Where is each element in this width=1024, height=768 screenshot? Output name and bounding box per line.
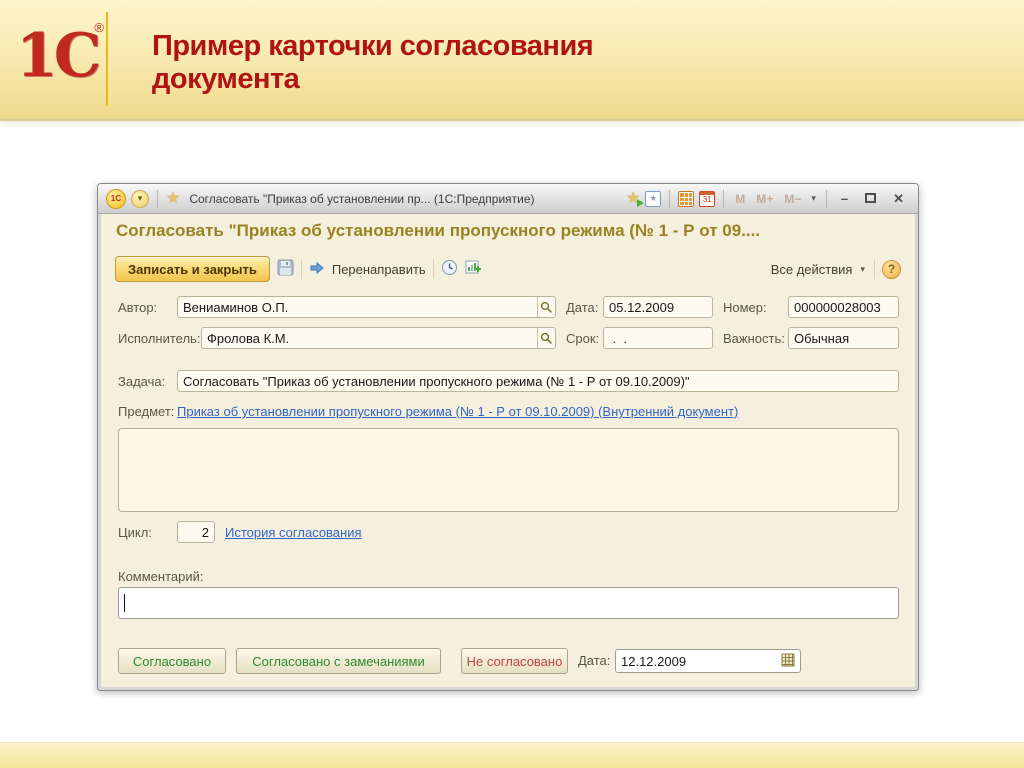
comment-label: Комментарий: [118, 569, 204, 584]
1c-logo-text: 1С [16, 21, 98, 91]
titlebar-separator [723, 190, 724, 208]
magnifier-icon [540, 332, 553, 345]
toolbar-separator [301, 259, 302, 279]
slide-title-line1: Пример карточки согласования [152, 30, 593, 63]
chevron-down-icon: ▾ [138, 193, 143, 204]
form-title: Согласовать "Приказ об установлении проп… [116, 221, 901, 241]
subject-link[interactable]: Приказ об установлении пропускного режим… [177, 404, 738, 419]
system-menu-button[interactable]: ▾ [131, 190, 149, 208]
footer-date-label: Дата: [578, 653, 610, 668]
term-label: Срок: [566, 331, 599, 346]
cycle-label: Цикл: [118, 525, 152, 540]
1c-app-icon[interactable]: 1С [106, 189, 126, 209]
save-icon[interactable] [277, 259, 294, 279]
task-input[interactable]: Согласовать "Приказ об установлении проп… [177, 370, 899, 392]
titlebar-separator [826, 190, 827, 208]
all-actions-button[interactable]: Все действия ▾ [771, 262, 867, 277]
form-toolbar: Записать и закрыть Перенаправить [115, 254, 901, 284]
top-banner: 1С ® Пример карточки согласования докуме… [0, 0, 1024, 121]
titlebar-separator [669, 190, 670, 208]
calendar-picker-icon[interactable] [781, 653, 795, 670]
executor-label: Исполнитель: [118, 331, 200, 346]
favorites-star-icon[interactable]: ★ [166, 191, 180, 207]
memory-mplus-button[interactable]: М+ [753, 192, 776, 206]
toolbar-separator [874, 259, 875, 279]
registered-mark: ® [94, 20, 104, 35]
add-to-favorites-icon[interactable]: ★ [626, 191, 640, 207]
author-label: Автор: [118, 300, 157, 315]
chevron-down-icon: ▾ [858, 264, 867, 275]
footer-date-input[interactable]: 12.12.2009 [615, 649, 801, 673]
author-lookup-button[interactable] [537, 296, 555, 318]
importance-label: Важность: [723, 331, 785, 346]
clock-icon[interactable] [441, 259, 458, 279]
form-client-area: Согласовать "Приказ об установлении проп… [101, 214, 915, 687]
memory-mminus-button[interactable]: М− [781, 192, 804, 206]
cycle-input[interactable]: 2 [177, 521, 215, 543]
redirect-button[interactable]: Перенаправить [332, 262, 426, 277]
green-arrow-icon [637, 199, 644, 207]
window-title: Согласовать "Приказ об установлении пр..… [189, 192, 534, 206]
task-label: Задача: [118, 374, 165, 389]
presentation-slide: 1С ® Пример карточки согласования докуме… [0, 0, 1024, 768]
number-input[interactable]: 000000028003 [788, 296, 899, 318]
subject-label: Предмет: [118, 404, 174, 419]
app-icon-text: 1С [111, 194, 121, 203]
toolbar-separator [433, 259, 434, 279]
magnifier-icon [540, 301, 553, 314]
author-input[interactable]: Вениаминов О.П. [177, 296, 556, 318]
approved-button[interactable]: Согласовано [118, 648, 226, 674]
comment-input[interactable] [118, 587, 899, 619]
redirect-arrow-icon [309, 261, 325, 278]
more-tools-chevron-icon[interactable]: ▾ [809, 193, 818, 204]
executor-lookup-button[interactable] [537, 327, 555, 349]
approved-with-remarks-button[interactable]: Согласовано с замечаниями [236, 648, 441, 674]
bottom-banner [0, 742, 1024, 768]
calendar-icon[interactable]: 31 [699, 191, 715, 207]
maximize-icon [865, 193, 876, 203]
slide-title-line2: документа [152, 63, 593, 96]
maximize-button[interactable] [859, 192, 882, 205]
term-input[interactable]: . . [603, 327, 713, 349]
date-label: Дата: [566, 300, 598, 315]
memory-m-button[interactable]: М [732, 192, 748, 206]
new-report-icon[interactable] [465, 259, 482, 279]
window-titlebar[interactable]: 1С ▾ ★ Согласовать "Приказ об установлен… [98, 184, 918, 214]
text-cursor [124, 594, 125, 612]
approval-history-link[interactable]: История согласования [225, 525, 362, 540]
1c-window: 1С ▾ ★ Согласовать "Приказ об установлен… [97, 183, 919, 691]
executor-input[interactable]: Фролова К.М. [201, 327, 556, 349]
number-label: Номер: [723, 300, 767, 315]
importance-input[interactable]: Обычная [788, 327, 899, 349]
calculator-icon[interactable] [678, 191, 694, 207]
date-input[interactable]: 05.12.2009 [603, 296, 713, 318]
not-approved-button[interactable]: Не согласовано [461, 648, 568, 674]
description-textarea[interactable] [118, 428, 899, 512]
minimize-button[interactable]: – [835, 192, 854, 205]
help-button[interactable]: ? [882, 260, 901, 279]
slide-title: Пример карточки согласования документа [152, 30, 593, 97]
titlebar-separator [157, 190, 158, 208]
close-button[interactable]: ✕ [887, 192, 910, 205]
1c-company-logo: 1С ® [16, 18, 102, 98]
banner-divider [106, 12, 108, 106]
favorites-list-icon[interactable]: ★ [645, 191, 661, 207]
save-and-close-button[interactable]: Записать и закрыть [115, 256, 270, 282]
